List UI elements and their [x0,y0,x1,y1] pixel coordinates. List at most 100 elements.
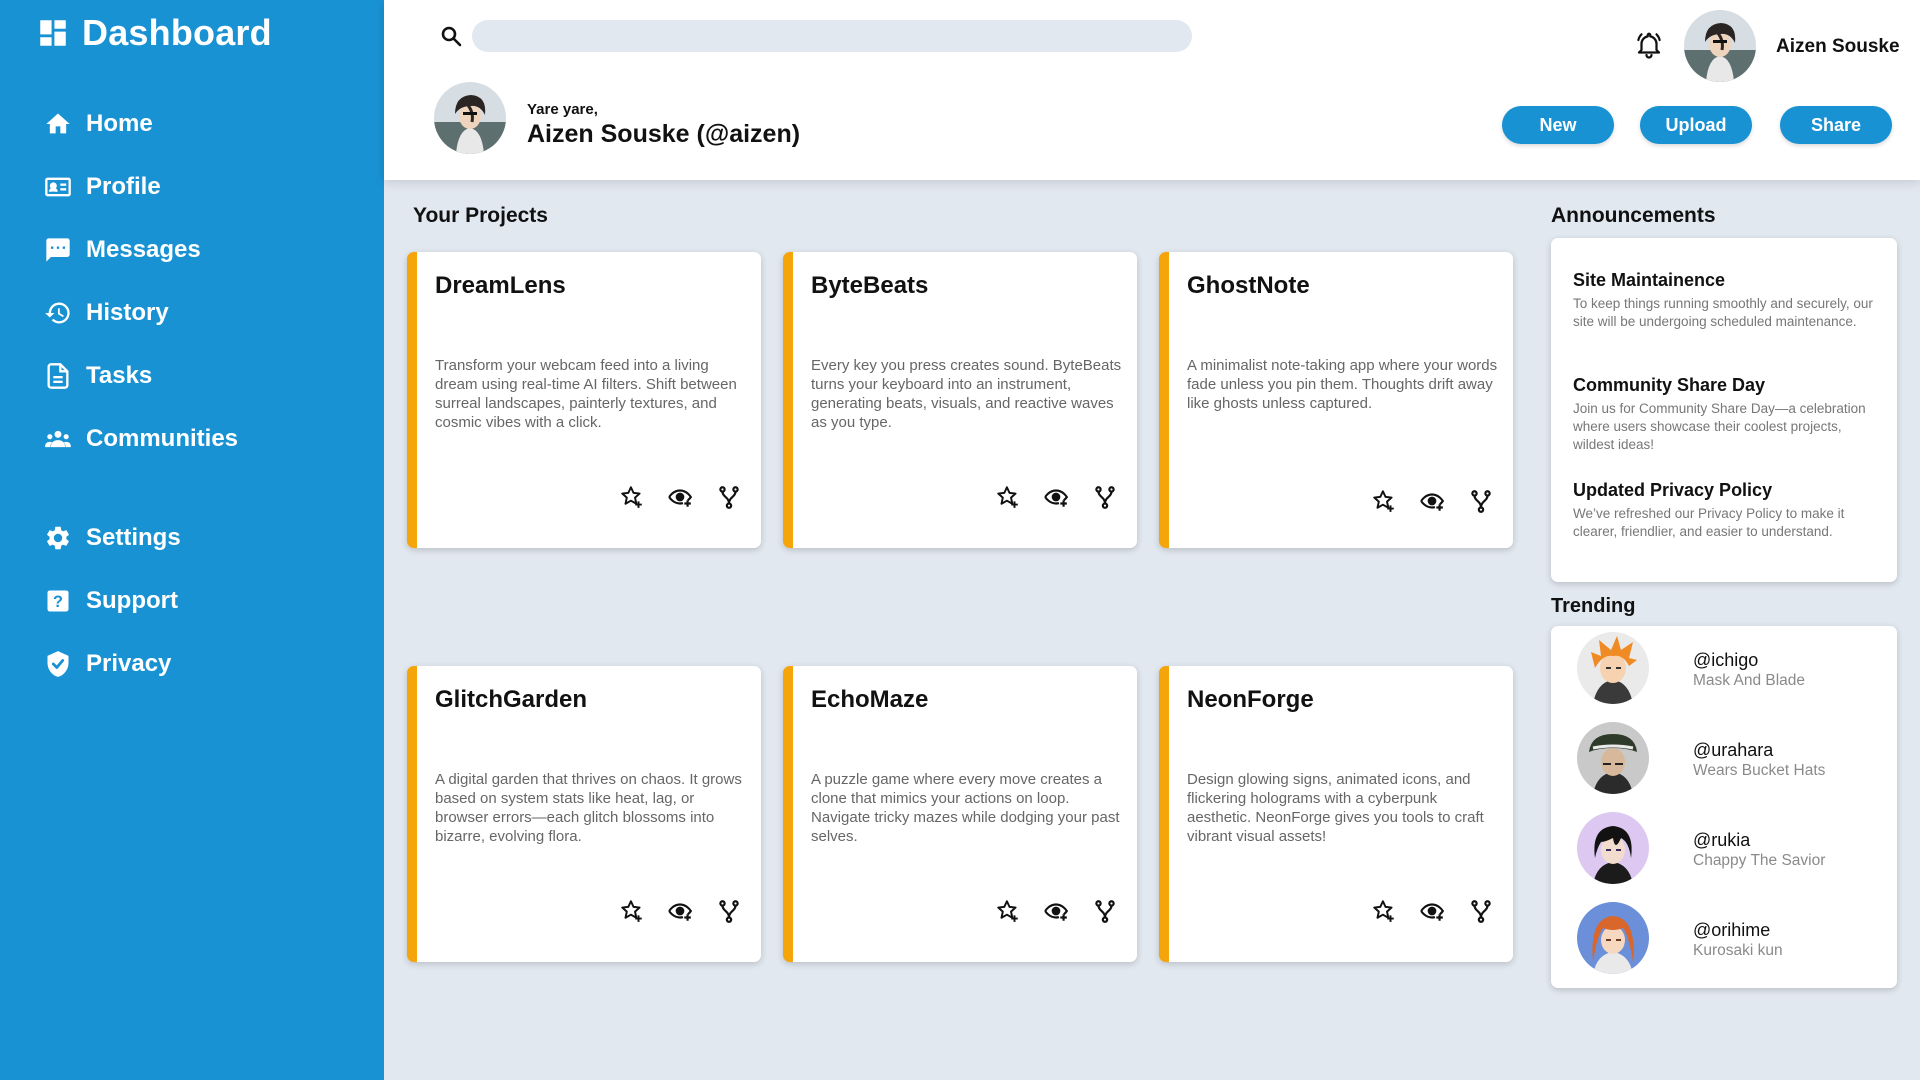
project-actions [1169,896,1513,926]
home-icon [44,110,72,138]
project-title: NeonForge [1187,686,1314,713]
announcements-panel: Site Maintainence To keep things running… [1551,238,1897,582]
project-title: GlitchGarden [435,686,588,713]
trending-avatar[interactable] [1577,632,1649,704]
sidebar-item-label: Communities [86,424,239,452]
watch-icon[interactable] [1417,896,1447,926]
watch-icon[interactable] [1417,486,1447,516]
fork-icon[interactable] [1466,896,1496,926]
trending-subtitle: Kurosaki kun [1693,942,1783,959]
sidebar-item-label: Tasks [86,361,153,389]
sidebar-item-settings[interactable]: Settings [44,506,238,569]
trending-handle[interactable]: @ichigo [1693,650,1758,671]
messages-icon [44,236,72,264]
project-description: Design glowing signs, animated icons, an… [1187,771,1484,845]
star-add-icon[interactable] [1369,486,1399,516]
project-description: A puzzle game where every move creates a… [811,771,1120,845]
profile-avatar [434,82,506,154]
trending-avatar[interactable] [1577,722,1649,794]
sidebar-item-label: Privacy [86,649,172,677]
sidebar-item-label: Messages [86,235,201,263]
project-description: A minimalist note-taking app where your … [1187,357,1498,412]
profile-fullname: Aizen Souske (@aizen) [527,120,801,148]
project-card-ghostnote[interactable]: GhostNote A minimalist note-taking app w… [1159,252,1513,548]
sidebar-item-communities[interactable]: Communities [44,407,238,470]
project-title: ByteBeats [811,272,929,299]
svg-text:?: ? [53,592,63,610]
watch-icon[interactable] [665,896,695,926]
share-button[interactable]: Share [1780,106,1892,144]
watch-icon[interactable] [665,482,695,512]
sidebar-item-privacy[interactable]: Privacy [44,632,238,695]
sidebar-item-profile[interactable]: Profile [44,155,238,218]
sidebar-item-home[interactable]: Home [44,92,238,155]
project-description: A digital garden that thrives on chaos. … [435,771,742,845]
watch-icon[interactable] [1041,482,1071,512]
star-add-icon[interactable] [1369,896,1399,926]
project-title: GhostNote [1187,272,1310,299]
project-actions [417,482,761,512]
sidebar-item-history[interactable]: History [44,281,238,344]
announcement-title: Site Maintainence [1573,270,1726,290]
sidebar-item-support[interactable]: ? Support [44,569,238,632]
sidebar-item-tasks[interactable]: Tasks [44,344,238,407]
new-button[interactable]: New [1502,106,1614,144]
profile-card-icon [44,173,72,201]
top-header: Aizen Souske Yare yare, Aizen Souske (@a… [384,0,1920,180]
project-actions [417,896,761,926]
upload-button[interactable]: Upload [1640,106,1752,144]
dashboard-brand[interactable]: Dashboard [36,12,272,54]
help-icon: ? [44,587,72,615]
sidebar-item-label: Home [86,109,153,137]
trending-handle[interactable]: @rukia [1693,830,1750,851]
star-add-icon[interactable] [993,896,1023,926]
project-card-echomaze[interactable]: EchoMaze A puzzle game where every move … [783,666,1137,962]
star-add-icon[interactable] [617,482,647,512]
nav-spacer [44,470,238,506]
fork-icon[interactable] [1090,482,1120,512]
project-card-neonforge[interactable]: NeonForge Design glowing signs, animated… [1159,666,1513,962]
project-description: Every key you press creates sound. ByteB… [811,357,1122,431]
project-actions [1169,486,1513,516]
sidebar: Dashboard Home Profile Messages History … [0,0,384,1080]
bell-icon[interactable] [1634,30,1664,60]
star-add-icon[interactable] [617,896,647,926]
user-avatar[interactable] [1684,10,1756,82]
project-actions [793,482,1137,512]
project-card-dreamlens[interactable]: DreamLens Transform your webcam feed int… [407,252,761,548]
trending-handle[interactable]: @urahara [1693,740,1773,761]
announcements-heading: Announcements [1551,204,1716,227]
star-add-icon[interactable] [993,482,1023,512]
search-icon[interactable] [439,24,463,48]
trending-subtitle: Wears Bucket Hats [1693,762,1826,779]
project-card-bytebeats[interactable]: ByteBeats Every key you press creates so… [783,252,1137,548]
communities-icon [44,425,72,453]
trending-heading: Trending [1551,595,1636,617]
project-title: EchoMaze [811,686,929,713]
sidebar-item-label: Support [86,586,178,614]
trending-handle[interactable]: @orihime [1693,920,1770,941]
trending-panel: @ichigo Mask And Blade @urahara Wears Bu… [1551,626,1897,988]
project-card-glitchgarden[interactable]: GlitchGarden A digital garden that thriv… [407,666,761,962]
watch-icon[interactable] [1041,896,1071,926]
trending-subtitle: Chappy The Savior [1693,852,1826,869]
project-description: Transform your webcam feed into a living… [435,357,737,431]
trending-avatar[interactable] [1577,902,1649,974]
project-title: DreamLens [435,272,566,299]
fork-icon[interactable] [1090,896,1120,926]
announcement-title: Community Share Day [1573,375,1766,395]
sidebar-item-label: Profile [86,172,161,200]
announcement-body: Join us for Community Share Day—a celebr… [1573,401,1866,452]
greeting-text: Yare yare, [527,101,598,118]
fork-icon[interactable] [1466,486,1496,516]
trending-subtitle: Mask And Blade [1693,672,1806,689]
search-input[interactable] [472,20,1192,52]
project-actions [793,896,1137,926]
shield-icon [44,650,72,678]
projects-heading: Your Projects [413,204,548,227]
trending-avatar[interactable] [1577,812,1649,884]
fork-icon[interactable] [714,896,744,926]
announcement-body: To keep things running smoothly and secu… [1573,296,1873,329]
fork-icon[interactable] [714,482,744,512]
sidebar-item-messages[interactable]: Messages [44,218,238,281]
